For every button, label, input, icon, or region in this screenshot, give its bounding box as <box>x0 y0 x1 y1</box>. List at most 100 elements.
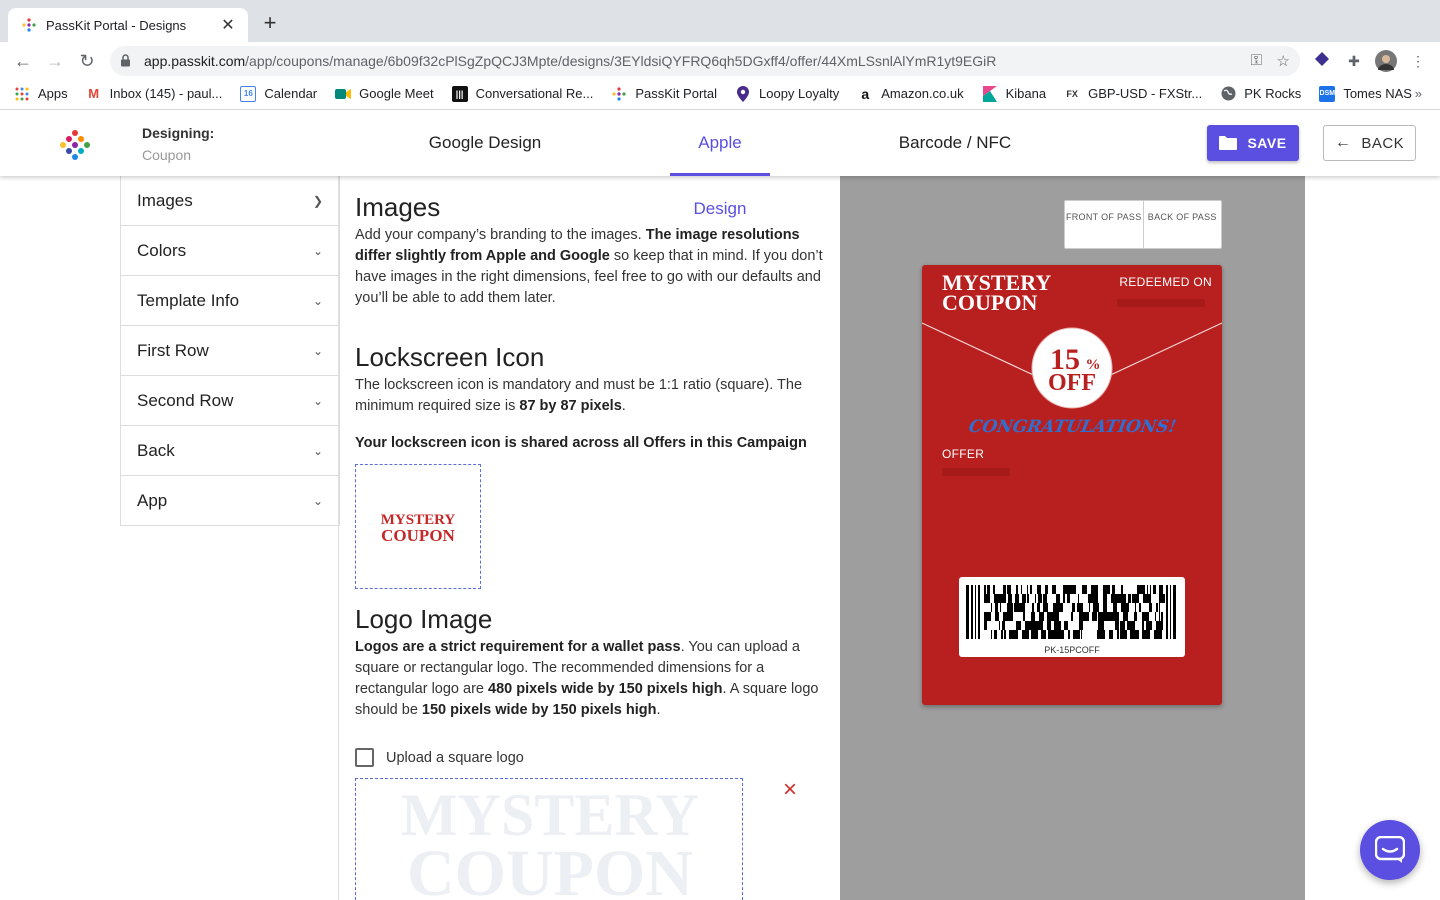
accordion-app[interactable]: App ⌄ <box>120 476 340 526</box>
offer-value-placeholder <box>942 468 1010 476</box>
tab-close-icon[interactable]: ✕ <box>218 15 238 35</box>
chevron-down-icon: ⌄ <box>312 343 323 358</box>
bookmark-passkit[interactable]: PassKit Portal <box>611 86 717 102</box>
lockscreen-icon-upload[interactable]: MYSTERY COUPON <box>355 464 481 589</box>
accordion-colors[interactable]: Colors ⌄ <box>120 226 340 276</box>
chat-icon <box>1375 836 1405 863</box>
bookmark-google-meet[interactable]: Google Meet <box>335 86 434 102</box>
accordion-images[interactable]: Images ❯ <box>120 176 340 226</box>
globe-icon <box>1220 86 1236 102</box>
bookmark-label: Apps <box>38 86 68 101</box>
bookmark-pk-rocks[interactable]: PK Rocks <box>1220 86 1301 102</box>
chevron-down-icon: ⌄ <box>312 243 323 258</box>
chat-support-button[interactable] <box>1360 820 1420 880</box>
remove-logo-icon[interactable]: × <box>783 776 797 804</box>
svg-text:OFF: OFF <box>1048 370 1096 396</box>
bookmark-label: Inbox (145) - paul... <box>109 86 223 101</box>
redeemed-value-placeholder <box>1117 299 1205 307</box>
bookmark-kibana[interactable]: Kibana <box>982 85 1047 102</box>
pass-side-toggle: FRONT OF PASS BACK OF PASS <box>1064 200 1222 249</box>
app-header: Designing: Coupon Google Design Apple De… <box>0 110 1440 218</box>
bookmark-label: Loopy Loyalty <box>759 86 840 101</box>
accordion-label: Images <box>137 190 193 210</box>
chevron-down-icon: ⌄ <box>312 443 323 458</box>
back-button[interactable]: ← BACK <box>1323 125 1416 161</box>
bookmarks-overflow-icon[interactable]: » <box>1415 86 1422 101</box>
key-icon[interactable]: ⚿ <box>1251 52 1262 69</box>
dsm-icon: DSM <box>1319 85 1336 102</box>
profile-avatar-icon[interactable] <box>1375 50 1397 72</box>
svg-text:COUPON: COUPON <box>381 526 455 544</box>
square-logo-checkbox[interactable] <box>355 748 374 767</box>
puzzle-icon[interactable]: ✚ <box>1343 50 1365 72</box>
back-arrow-icon[interactable]: ← <box>10 48 36 74</box>
svg-text:CONGRATULATIONS!: CONGRATULATIONS! <box>967 417 1178 437</box>
bookmark-inbox[interactable]: M Inbox (145) - paul... <box>86 86 223 102</box>
calendar-icon: 16 <box>240 85 257 102</box>
amazon-icon: a <box>861 85 870 102</box>
barcode-card: PK-15PCOFF <box>959 577 1185 657</box>
menu-kebab-icon[interactable]: ⋮ <box>1407 50 1429 72</box>
bookmark-label: Kibana <box>1005 86 1047 101</box>
bookmark-apps[interactable]: Apps <box>14 86 68 102</box>
browser-tab[interactable]: PassKit Portal - Designs ✕ <box>8 8 248 42</box>
svg-text:COUPON: COUPON <box>942 290 1037 315</box>
design-sections-accordion: Images ❯ Colors ⌄ Template Info ⌄ First Row… <box>120 176 340 526</box>
forward-arrow-icon[interactable]: → <box>42 48 68 74</box>
accordion-template-info[interactable]: Template Info ⌄ <box>120 276 340 326</box>
lock-icon <box>120 54 134 68</box>
bookmark-loopy[interactable]: Loopy Loyalty <box>735 85 840 102</box>
accordion-label: App <box>137 490 168 510</box>
save-button[interactable]: SAVE <box>1207 125 1299 161</box>
arrow-left-icon: ← <box>1334 134 1352 151</box>
images-editor: Images Add your company’s branding to th… <box>355 176 825 454</box>
images-description: Add your company’s branding to the image… <box>355 227 823 306</box>
reload-icon[interactable]: ↻ <box>74 48 100 74</box>
bookmark-label: Amazon.co.uk <box>881 86 964 101</box>
pin-icon <box>735 85 751 102</box>
bookmark-conversational[interactable]: ||| Conversational Re... <box>451 85 593 102</box>
tab-apple-design[interactable]: Apple Design <box>670 110 770 218</box>
star-icon[interactable]: ☆ <box>1277 52 1290 70</box>
accordion-label: Template Info <box>137 290 240 310</box>
images-heading: Images <box>355 192 441 222</box>
lockscreen-description: The lockscreen icon is mandatory and mus… <box>355 377 803 414</box>
back-of-pass-button[interactable]: BACK OF PASS <box>1144 201 1222 248</box>
bookmark-tomes-nas[interactable]: DSM Tomes NAS <box>1319 85 1412 102</box>
offer-label: OFFER <box>942 447 985 461</box>
lockscreen-shared-note: Your lockscreen icon is shared across al… <box>355 435 807 451</box>
tab-google-design[interactable]: Google Design <box>420 110 550 176</box>
logo-description: Logos are a strict requirement for a wal… <box>355 639 819 718</box>
url-text: app.passkit.com/app/coupons/manage/6b09f… <box>144 53 997 69</box>
passkit-logo-icon[interactable] <box>60 130 90 160</box>
bookmark-calendar[interactable]: 16 Calendar <box>240 85 318 102</box>
tab-barcode-nfc[interactable]: Barcode / NFC <box>890 110 1020 176</box>
address-bar[interactable]: app.passkit.com/app/coupons/manage/6b09f… <box>110 46 1300 76</box>
extension-icon[interactable] <box>1311 50 1333 72</box>
save-label: SAVE <box>1247 135 1287 151</box>
svg-text:COUPON: COUPON <box>407 837 693 900</box>
bookmark-label: GBP-USD - FXStr... <box>1088 86 1203 101</box>
front-of-pass-button[interactable]: FRONT OF PASS <box>1065 201 1144 248</box>
fx-icon: FX <box>1066 88 1078 99</box>
bookmark-label: Calendar <box>264 86 318 101</box>
bookmark-fx[interactable]: FX GBP-USD - FXStr... <box>1064 86 1202 102</box>
logo-image-upload[interactable]: MYSTERY COUPON <box>355 778 743 900</box>
gmail-icon: M <box>88 86 100 101</box>
designing-value: Coupon <box>142 147 192 163</box>
accordion-second-row[interactable]: Second Row ⌄ <box>120 376 340 426</box>
bookmark-label: PassKit Portal <box>635 86 718 101</box>
accordion-first-row[interactable]: First Row ⌄ <box>120 326 340 376</box>
designing-label: Designing: <box>142 125 215 141</box>
square-logo-label: Upload a square logo <box>386 749 524 766</box>
new-tab-icon[interactable]: + <box>258 12 282 36</box>
lockscreen-heading: Lockscreen Icon <box>355 342 545 372</box>
bookmark-amazon[interactable]: a Amazon.co.uk <box>857 86 963 102</box>
accordion-label: First Row <box>137 340 209 360</box>
chevron-down-icon: ⌄ <box>312 293 323 308</box>
accordion-label: Second Row <box>137 390 234 410</box>
accordion-back[interactable]: Back ⌄ <box>120 426 340 476</box>
mystery-coupon-logo-small: MYSTERY COUPON <box>381 512 456 544</box>
square-logo-option[interactable]: Upload a square logo <box>355 748 524 767</box>
barcode-image <box>966 585 1176 639</box>
